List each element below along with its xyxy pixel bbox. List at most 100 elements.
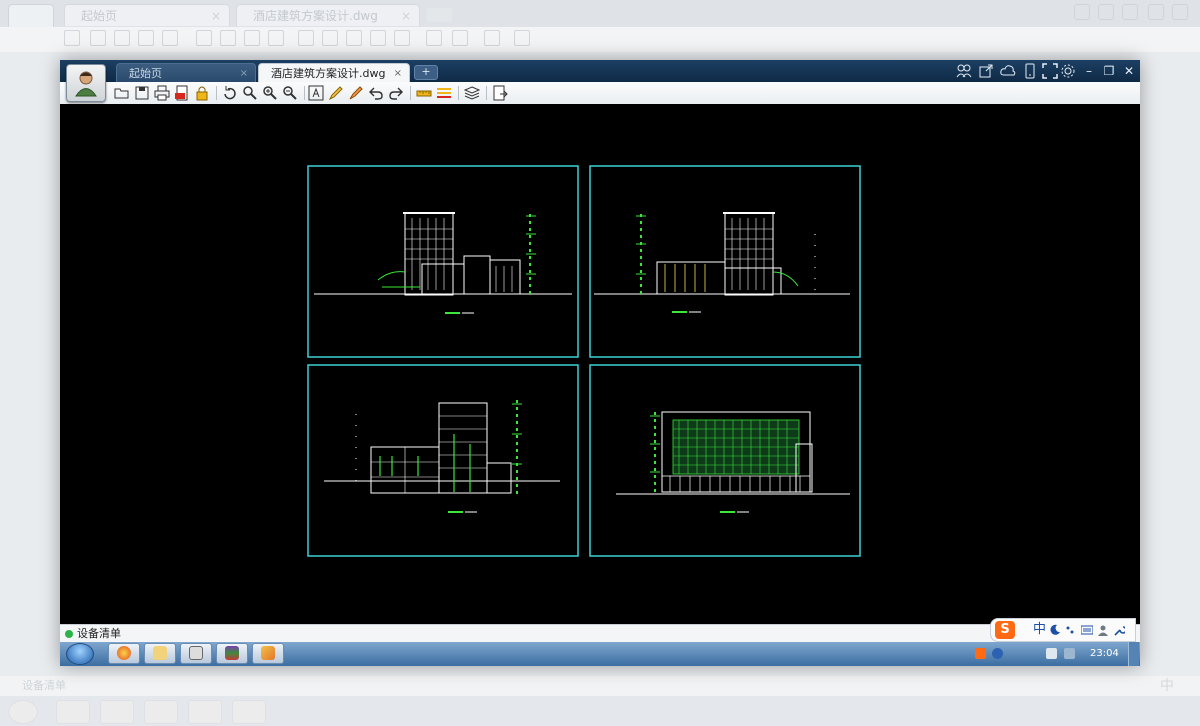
background-toolbar-icon bbox=[162, 30, 178, 46]
background-toolbar-icon bbox=[452, 30, 468, 46]
tab-start-page-label: 起始页 bbox=[129, 67, 162, 80]
status-text[interactable]: 设备清单 bbox=[77, 625, 121, 643]
users-icon[interactable] bbox=[956, 63, 972, 79]
section-drawing bbox=[324, 400, 560, 513]
ime-language-toggle[interactable]: 中 bbox=[1033, 622, 1046, 638]
measure-icon[interactable] bbox=[416, 85, 432, 101]
background-toolbar-icon bbox=[138, 30, 154, 46]
background-taskbar-button bbox=[144, 700, 178, 724]
text-icon[interactable] bbox=[308, 85, 324, 101]
toolbar-separator bbox=[486, 86, 487, 100]
network-icon[interactable] bbox=[1046, 648, 1057, 659]
background-taskbar-button bbox=[56, 700, 90, 724]
background-taskbar-button bbox=[100, 700, 134, 724]
taskbar-button-folder[interactable] bbox=[144, 643, 176, 664]
toolbar-separator bbox=[410, 86, 411, 100]
lock-icon[interactable] bbox=[194, 85, 210, 101]
elevation-drawing-2 bbox=[594, 212, 850, 313]
background-toolbar bbox=[0, 27, 1200, 52]
background-window-icon bbox=[1172, 4, 1188, 20]
layers-icon[interactable] bbox=[464, 85, 480, 101]
pdf-export-icon[interactable] bbox=[174, 85, 190, 101]
start-button[interactable] bbox=[66, 643, 94, 665]
elevation-drawing-1 bbox=[314, 212, 572, 314]
taskbar-button-browser[interactable] bbox=[108, 643, 140, 664]
drawing-canvas[interactable] bbox=[60, 104, 1140, 624]
open-icon[interactable] bbox=[114, 85, 130, 101]
background-window-icon bbox=[1148, 4, 1164, 20]
background-tab-start: 起始页 × bbox=[64, 4, 230, 26]
taskbar-button-archive[interactable] bbox=[216, 643, 248, 664]
front-elevation-drawing bbox=[616, 411, 850, 513]
export-icon[interactable] bbox=[492, 85, 508, 101]
rotate-icon[interactable] bbox=[222, 85, 238, 101]
background-toolbar-icon bbox=[322, 30, 338, 46]
tab-dwg-file[interactable]: 酒店建筑方案设计.dwg × bbox=[258, 63, 410, 82]
zoom-window-icon[interactable] bbox=[242, 85, 258, 101]
zoom-out-icon[interactable] bbox=[282, 85, 298, 101]
dwg-drawing bbox=[307, 165, 861, 557]
image-viewer-icon bbox=[261, 646, 275, 660]
background-window-icon bbox=[1074, 4, 1090, 20]
background-add-tab bbox=[426, 8, 452, 22]
taskbar-button-image-viewer[interactable] bbox=[252, 643, 284, 664]
taskbar: 23:04 bbox=[60, 642, 1140, 666]
background-window-icon bbox=[1122, 4, 1138, 20]
background-toolbar-icon bbox=[64, 30, 80, 46]
zoom-in-icon[interactable] bbox=[262, 85, 278, 101]
background-toolbar-icon bbox=[244, 30, 260, 46]
background-toolbar-icon bbox=[90, 30, 106, 46]
save-icon[interactable] bbox=[134, 85, 150, 101]
toolbar bbox=[60, 82, 1140, 105]
show-desktop-button[interactable] bbox=[1128, 642, 1139, 666]
wrench-icon[interactable] bbox=[1113, 624, 1125, 636]
close-button[interactable]: ✕ bbox=[1120, 62, 1138, 80]
dimension-icon[interactable] bbox=[436, 85, 452, 101]
clock[interactable]: 23:04 bbox=[1090, 642, 1119, 666]
highlighter-icon[interactable] bbox=[348, 85, 364, 101]
status-indicator-icon bbox=[65, 630, 73, 638]
background-status-bar: 设备清单中 bbox=[0, 676, 1200, 696]
background-toolbar-icon bbox=[346, 30, 362, 46]
ime-toolbar[interactable]: S 中 bbox=[990, 618, 1136, 642]
pencil-icon[interactable] bbox=[328, 85, 344, 101]
settings-icon[interactable] bbox=[1060, 63, 1076, 79]
sogou-logo-icon[interactable]: S bbox=[995, 621, 1015, 639]
browser-icon bbox=[117, 646, 131, 660]
background-toolbar-icon bbox=[268, 30, 284, 46]
fullscreen-icon[interactable] bbox=[1042, 63, 1058, 79]
taskbar-button-user[interactable] bbox=[180, 643, 212, 664]
background-toolbar-icon bbox=[514, 30, 530, 46]
restore-button[interactable]: ❐ bbox=[1100, 62, 1118, 80]
sogou-icon[interactable] bbox=[975, 648, 986, 659]
background-toolbar-icon bbox=[484, 30, 500, 46]
print-icon[interactable] bbox=[154, 85, 170, 101]
background-start-orb bbox=[8, 700, 38, 724]
background-taskbar-button bbox=[232, 700, 266, 724]
status-bar: 设备清单 bbox=[60, 624, 1140, 643]
keyboard-icon[interactable] bbox=[1081, 624, 1093, 636]
help-icon[interactable] bbox=[992, 648, 1003, 659]
user-icon[interactable] bbox=[1097, 624, 1109, 636]
background-toolbar-icon bbox=[114, 30, 130, 46]
minimize-button[interactable]: – bbox=[1080, 62, 1098, 80]
signal-icon[interactable] bbox=[1064, 648, 1075, 659]
half-width-icon[interactable] bbox=[1049, 624, 1061, 636]
user-avatar-icon bbox=[75, 71, 97, 97]
add-tab-button[interactable]: + bbox=[414, 65, 438, 80]
user-avatar[interactable] bbox=[66, 64, 106, 102]
tab-start-page[interactable]: 起始页 × bbox=[116, 63, 256, 82]
background-toolbar-icon bbox=[394, 30, 410, 46]
share-icon[interactable] bbox=[978, 63, 994, 79]
redo-icon[interactable] bbox=[388, 85, 404, 101]
cloud-icon[interactable] bbox=[1000, 63, 1016, 79]
background-toolbar-icon bbox=[220, 30, 236, 46]
background-taskbar-button bbox=[188, 700, 222, 724]
undo-icon[interactable] bbox=[368, 85, 384, 101]
close-icon[interactable]: × bbox=[394, 64, 402, 83]
close-icon[interactable]: × bbox=[240, 64, 248, 83]
toolbar-separator bbox=[216, 86, 217, 100]
phone-icon[interactable] bbox=[1022, 63, 1038, 79]
punctuation-icon[interactable] bbox=[1065, 624, 1077, 636]
background-toolbar-icon bbox=[196, 30, 212, 46]
